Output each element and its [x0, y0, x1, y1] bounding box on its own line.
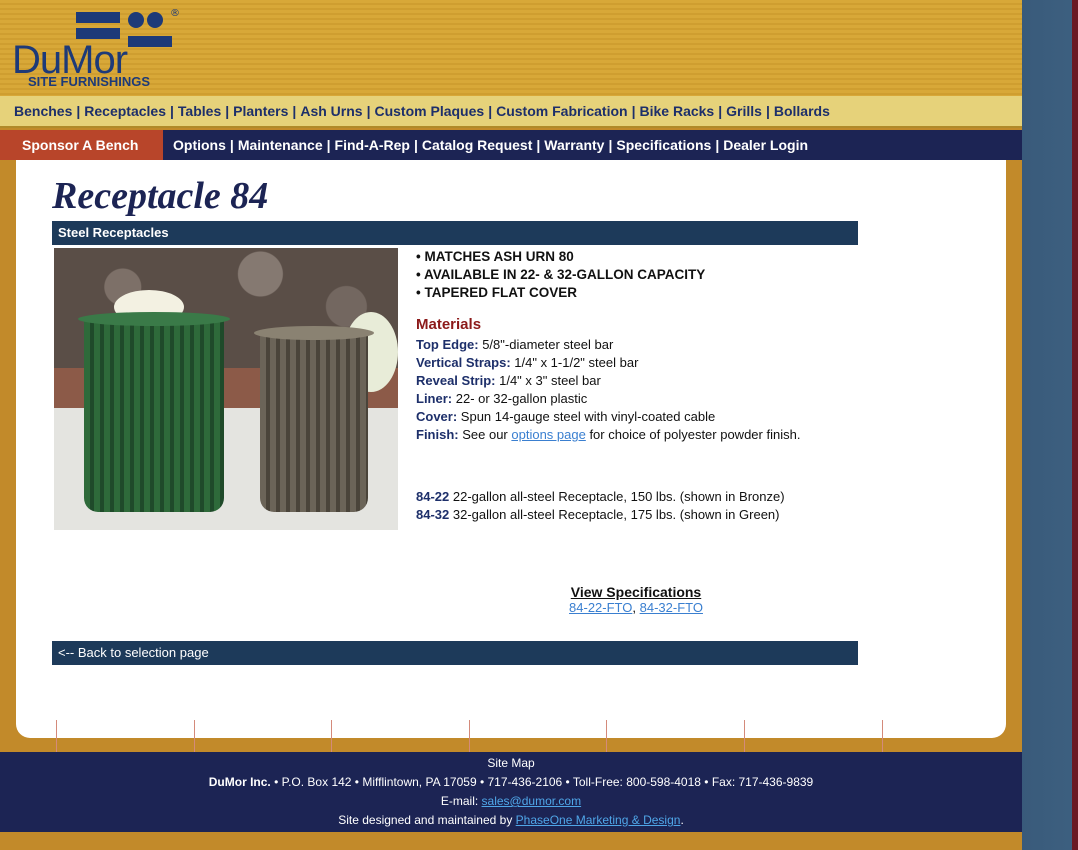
- nav-custom-fabrication[interactable]: Custom Fabrication: [496, 103, 627, 119]
- logo-registered-mark: ®: [170, 8, 180, 19]
- material-value: 22- or 32-gallon plastic: [452, 391, 588, 406]
- page-title: Receptacle 84: [52, 175, 269, 217]
- finish-text: See our: [458, 427, 512, 442]
- material-key: Cover:: [416, 409, 458, 424]
- model-number: 84-32: [416, 507, 450, 522]
- nav-warranty[interactable]: Warranty: [544, 137, 604, 153]
- content-panel: Receptacle 84 Steel Receptacles • MATCHE…: [16, 160, 1006, 738]
- nav-find-a-rep[interactable]: Find-A-Rep: [335, 137, 410, 153]
- nav-specifications[interactable]: Specifications: [616, 137, 711, 153]
- nav-bollards[interactable]: Bollards: [774, 103, 830, 119]
- nav-bike-racks[interactable]: Bike Racks: [640, 103, 715, 119]
- finish-text: for choice of polyester powder finish.: [585, 427, 801, 442]
- dumor-logo[interactable]: ® DuMor SITE FURNISHINGS: [12, 8, 187, 92]
- material-value: 1/4" x 1-1/2" steel bar: [510, 355, 639, 370]
- materials-list: Top Edge: 5/8"-diameter steel bar Vertic…: [416, 336, 856, 444]
- spec-link-84-32[interactable]: 84-32-FTO: [640, 600, 703, 615]
- footer: Site Map DuMor Inc. • P.O. Box 142 • Mif…: [0, 752, 1022, 832]
- green-receptacle-image: [84, 320, 224, 512]
- materials-heading: Materials: [416, 316, 482, 333]
- credit-text: .: [680, 813, 684, 827]
- back-to-selection-link[interactable]: <-- Back to selection page: [52, 641, 858, 665]
- nav-planters[interactable]: Planters: [233, 103, 288, 119]
- material-key: Reveal Strip:: [416, 373, 496, 388]
- nav-options[interactable]: Options: [173, 137, 226, 153]
- nav-ash-urns[interactable]: Ash Urns: [300, 103, 362, 119]
- material-value: Spun 14-gauge steel with vinyl-coated ca…: [457, 409, 716, 424]
- feature-list: • MATCHES ASH URN 80 • AVAILABLE IN 22- …: [416, 248, 705, 302]
- email-link[interactable]: sales@dumor.com: [482, 794, 582, 808]
- site-map-link[interactable]: Site Map: [0, 754, 1022, 773]
- models-list: 84-22 22-gallon all-steel Receptacle, 15…: [416, 488, 836, 524]
- material-value: 1/4" x 3" steel bar: [495, 373, 601, 388]
- bronze-receptacle-image: [260, 334, 368, 512]
- material-value: 5/8"-diameter steel bar: [478, 337, 614, 352]
- view-specifications-heading: View Specifications: [570, 584, 702, 600]
- material-key: Vertical Straps:: [416, 355, 511, 370]
- feature-item: • AVAILABLE IN 22- & 32-GALLON CAPACITY: [416, 267, 706, 282]
- nav-catalog-request[interactable]: Catalog Request: [422, 137, 532, 153]
- nav-maintenance[interactable]: Maintenance: [238, 137, 323, 153]
- feature-item: • MATCHES ASH URN 80: [416, 249, 574, 264]
- nav-grills[interactable]: Grills: [726, 103, 762, 119]
- category-bar: Steel Receptacles: [52, 221, 858, 245]
- material-key: Top Edge:: [416, 337, 479, 352]
- nav-sponsor-a-bench[interactable]: Sponsor A Bench: [0, 130, 163, 160]
- primary-nav: Benches | Receptacles | Tables | Planters | …: [0, 96, 1022, 128]
- nav-custom-plaques[interactable]: Custom Plaques: [374, 103, 484, 119]
- nav-receptacles[interactable]: Receptacles: [84, 103, 166, 119]
- company-address: • P.O. Box 142 • Mifflintown, PA 17059 •…: [270, 775, 814, 789]
- header: ® DuMor SITE FURNISHINGS: [0, 0, 1022, 96]
- nav-dealer-login[interactable]: Dealer Login: [723, 137, 808, 153]
- material-key: Liner:: [416, 391, 453, 406]
- model-description: 32-gallon all-steel Receptacle, 175 lbs.…: [449, 507, 780, 522]
- specifications-block: View Specifications 84-22-FTO, 84-32-FTO: [536, 584, 736, 615]
- finish-key: Finish:: [416, 427, 459, 442]
- company-name: DuMor Inc.: [208, 775, 271, 789]
- product-photo: [54, 248, 398, 530]
- window-edge: [1072, 0, 1078, 850]
- email-label: E-mail:: [440, 794, 482, 808]
- feature-item: • TAPERED FLAT COVER: [416, 285, 577, 300]
- secondary-nav: Sponsor A Bench Options | Maintenance | Fi…: [0, 130, 1022, 160]
- nav-benches[interactable]: Benches: [14, 103, 72, 119]
- credit-text: Site designed and maintained by: [338, 813, 516, 827]
- model-number: 84-22: [416, 489, 450, 504]
- logo-dots-icon: [128, 12, 172, 47]
- phaseone-link[interactable]: PhaseOne Marketing & Design: [516, 813, 681, 827]
- model-description: 22-gallon all-steel Receptacle, 150 lbs.…: [449, 489, 785, 504]
- logo-subtitle: SITE FURNISHINGS: [28, 74, 151, 89]
- nav-tables[interactable]: Tables: [178, 103, 221, 119]
- options-page-link[interactable]: options page: [511, 427, 585, 442]
- spec-link-84-22[interactable]: 84-22-FTO: [569, 600, 632, 615]
